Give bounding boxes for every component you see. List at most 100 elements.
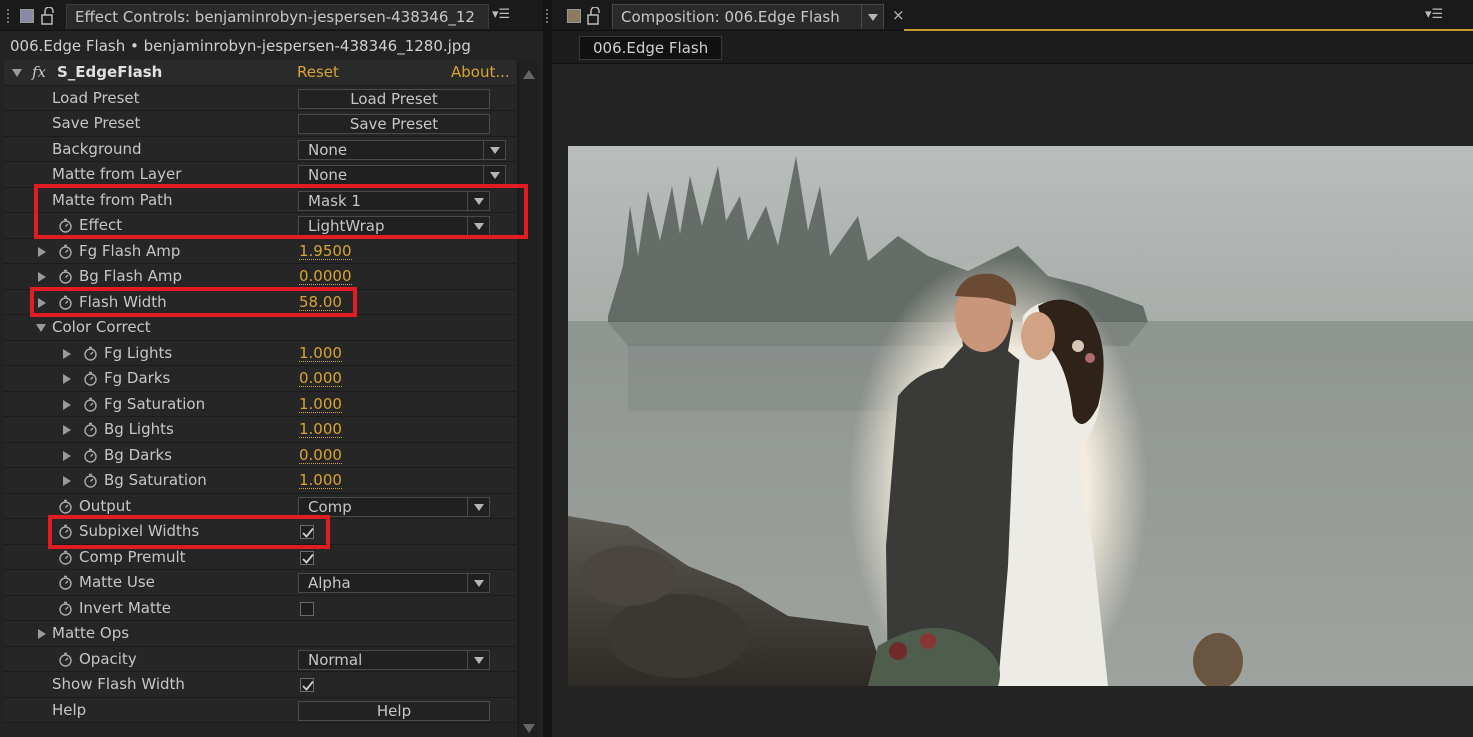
bg-darks-value[interactable]: 0.000 bbox=[299, 443, 342, 464]
tab-composition[interactable]: Composition: 006.Edge Flash bbox=[612, 4, 884, 29]
lock-icon[interactable] bbox=[587, 7, 603, 25]
expand-triangle-icon[interactable] bbox=[38, 629, 46, 639]
fg-lights-label: Fg Lights bbox=[104, 343, 173, 362]
fg-lights-value[interactable]: 1.000 bbox=[299, 341, 342, 362]
stopwatch-icon[interactable] bbox=[58, 269, 73, 284]
expand-triangle-icon[interactable] bbox=[36, 324, 46, 332]
close-tab-icon[interactable]: × bbox=[892, 6, 905, 24]
chevron-down-icon bbox=[467, 497, 489, 516]
panel-grip-icon[interactable] bbox=[545, 8, 549, 24]
chevron-down-icon bbox=[868, 14, 878, 21]
flash-width-label: Flash Width bbox=[79, 292, 167, 311]
fg-saturation-label: Fg Saturation bbox=[104, 394, 206, 413]
row-opacity: Opacity Normal bbox=[4, 646, 516, 672]
chevron-down-icon bbox=[483, 166, 505, 184]
effect-controls-tabbar: Effect Controls: benjaminrobyn-jespersen… bbox=[0, 0, 543, 31]
matte-use-value: Alpha bbox=[308, 574, 351, 592]
fg-darks-value[interactable]: 0.000 bbox=[299, 366, 342, 387]
invert-matte-label: Invert Matte bbox=[79, 598, 171, 617]
stopwatch-icon[interactable] bbox=[58, 295, 73, 310]
expand-triangle-icon[interactable] bbox=[63, 476, 71, 486]
opacity-dropdown[interactable]: Normal bbox=[298, 649, 490, 670]
expand-triangle-icon[interactable] bbox=[63, 399, 71, 410]
flash-width-value[interactable]: 58.00 bbox=[299, 290, 342, 311]
panel-menu-icon[interactable]: ▾☰ bbox=[492, 7, 510, 23]
fg-saturation-value[interactable]: 1.000 bbox=[299, 392, 342, 413]
stopwatch-icon[interactable] bbox=[83, 422, 98, 437]
expand-triangle-icon[interactable] bbox=[63, 450, 71, 461]
fx-toggle-icon[interactable]: fx bbox=[32, 60, 46, 85]
stopwatch-icon[interactable] bbox=[58, 601, 73, 616]
scroll-down-icon[interactable] bbox=[523, 724, 535, 733]
stopwatch-icon[interactable] bbox=[58, 244, 73, 259]
stopwatch-icon[interactable] bbox=[83, 397, 98, 412]
stopwatch-icon[interactable] bbox=[83, 371, 98, 386]
stopwatch-icon[interactable] bbox=[83, 346, 98, 361]
stopwatch-icon[interactable] bbox=[58, 575, 73, 590]
background-dropdown[interactable]: None bbox=[298, 139, 506, 160]
comp-tab-button[interactable]: 006.Edge Flash bbox=[579, 36, 723, 60]
bg-lights-value[interactable]: 1.000 bbox=[299, 417, 342, 438]
show-flash-width-checkbox[interactable] bbox=[300, 678, 314, 692]
stopwatch-icon[interactable] bbox=[83, 473, 98, 488]
bg-flash-amp-value[interactable]: 0.0000 bbox=[299, 264, 352, 285]
stopwatch-icon[interactable] bbox=[58, 499, 73, 514]
expand-triangle-icon[interactable] bbox=[38, 272, 46, 282]
load-preset-label: Load Preset bbox=[52, 88, 140, 107]
row-matte-ops: Matte Ops bbox=[4, 621, 516, 647]
bg-saturation-value[interactable]: 1.000 bbox=[299, 468, 342, 489]
expand-triangle-icon[interactable] bbox=[63, 425, 71, 435]
opacity-label: Opacity bbox=[79, 649, 137, 668]
stopwatch-icon[interactable] bbox=[58, 218, 73, 233]
expand-triangle-icon[interactable] bbox=[12, 69, 22, 77]
chevron-down-icon bbox=[467, 650, 489, 669]
effect-name: S_EdgeFlash bbox=[57, 63, 163, 81]
comp-premult-checkbox[interactable] bbox=[300, 550, 314, 565]
row-fg-saturation: Fg Saturation 1.000 bbox=[4, 391, 516, 417]
stopwatch-icon[interactable] bbox=[58, 550, 73, 565]
row-matte-from-path: Matte from Path Mask 1 bbox=[4, 187, 516, 213]
effect-controls-scrollbar[interactable] bbox=[518, 62, 538, 737]
matte-from-layer-dropdown[interactable]: None bbox=[298, 165, 506, 185]
effect-header-row: fx S_EdgeFlash Reset About... bbox=[4, 60, 516, 86]
scroll-up-icon[interactable] bbox=[523, 70, 535, 79]
fg-flash-amp-value[interactable]: 1.9500 bbox=[299, 239, 352, 260]
expand-triangle-icon[interactable] bbox=[63, 348, 71, 359]
load-preset-button[interactable]: Load Preset bbox=[298, 88, 490, 109]
matte-from-path-dropdown[interactable]: Mask 1 bbox=[298, 190, 490, 211]
expand-triangle-icon[interactable] bbox=[63, 374, 71, 384]
expand-triangle-icon[interactable] bbox=[38, 297, 46, 308]
help-button[interactable]: Help bbox=[298, 700, 490, 721]
chevron-down-icon bbox=[467, 574, 489, 592]
save-preset-label: Save Preset bbox=[52, 114, 141, 132]
panel-menu-icon[interactable]: ▾☰ bbox=[1425, 7, 1443, 23]
matte-use-dropdown[interactable]: Alpha bbox=[298, 573, 490, 593]
stopwatch-icon[interactable] bbox=[58, 652, 73, 667]
row-matte-use: Matte Use Alpha bbox=[4, 570, 516, 596]
row-bg-saturation: Bg Saturation 1.000 bbox=[4, 468, 516, 494]
panel-divider[interactable] bbox=[543, 0, 552, 737]
chevron-down-icon bbox=[467, 191, 489, 210]
about-link[interactable]: About... bbox=[451, 60, 510, 85]
checkmark-icon bbox=[302, 553, 314, 564]
subpixel-widths-checkbox[interactable] bbox=[300, 525, 314, 539]
effect-dropdown[interactable]: LightWrap bbox=[298, 216, 490, 236]
fg-darks-label: Fg Darks bbox=[104, 369, 171, 387]
stopwatch-icon[interactable] bbox=[83, 448, 98, 463]
reset-link[interactable]: Reset bbox=[297, 60, 339, 85]
composition-viewer[interactable] bbox=[552, 64, 1473, 737]
save-preset-button[interactable]: Save Preset bbox=[298, 114, 490, 134]
row-effect: Effect LightWrap bbox=[4, 213, 516, 239]
chevron-down-icon bbox=[467, 217, 489, 235]
composition-menu-chevron[interactable] bbox=[861, 5, 883, 29]
panel-grip-icon[interactable] bbox=[6, 8, 10, 24]
help-label: Help bbox=[52, 700, 87, 719]
invert-matte-checkbox[interactable] bbox=[300, 601, 314, 616]
bg-flash-amp-label: Bg Flash Amp bbox=[79, 267, 183, 285]
lock-icon[interactable] bbox=[41, 7, 57, 25]
tab-effect-controls[interactable]: Effect Controls: benjaminrobyn-jespersen… bbox=[66, 4, 489, 29]
stopwatch-icon[interactable] bbox=[58, 524, 73, 539]
effect-properties-list: fx S_EdgeFlash Reset About... Load Prese… bbox=[4, 60, 516, 723]
output-dropdown[interactable]: Comp bbox=[298, 496, 490, 517]
expand-triangle-icon[interactable] bbox=[38, 246, 46, 257]
